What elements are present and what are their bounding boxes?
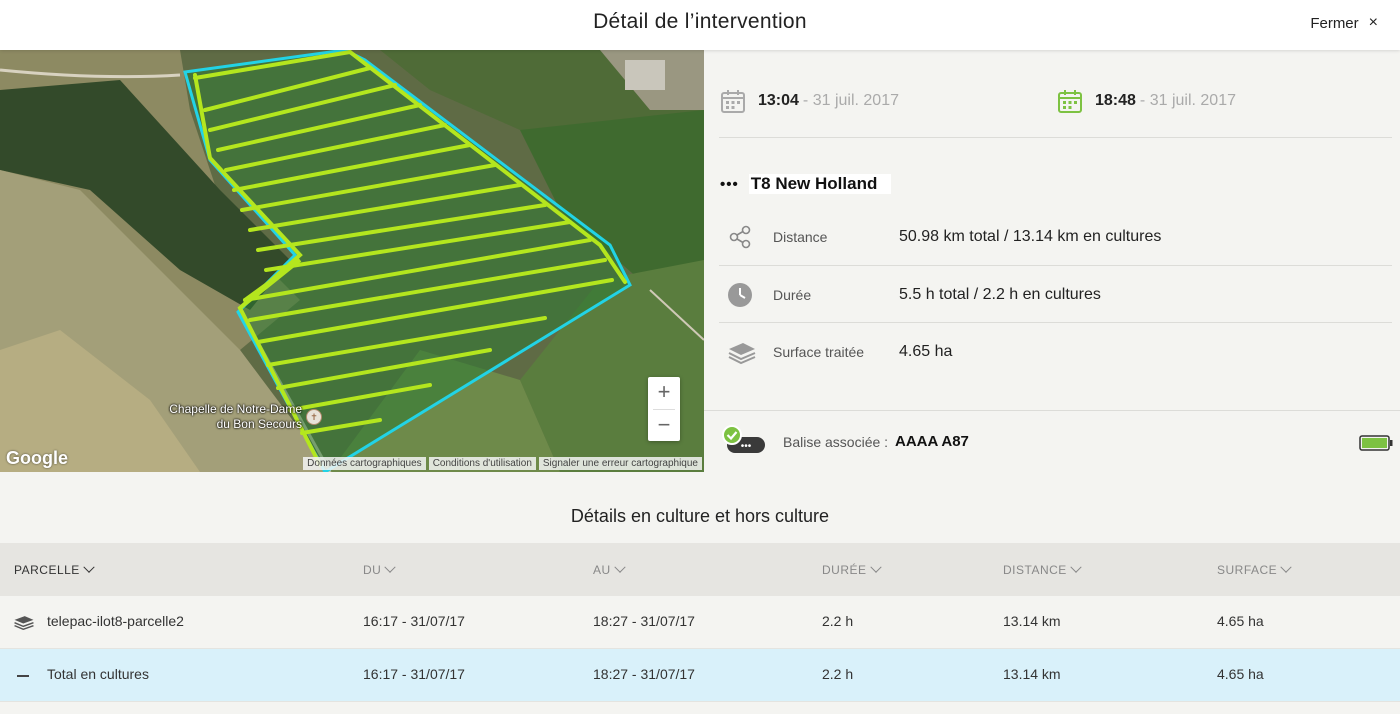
share-icon xyxy=(729,225,751,248)
start-date: 13:04 - 31 juil. 2017 xyxy=(720,88,899,114)
cell-distance: 13.14 km xyxy=(1003,613,1061,629)
column-header-duree[interactable]: DURÉE xyxy=(822,561,882,577)
details-title: Détails en culture et hors culture xyxy=(570,506,830,526)
modal-header: Détail de l’intervention Fermer × xyxy=(0,0,1400,50)
column-label: DURÉE xyxy=(822,562,867,577)
stat-label: Durée xyxy=(773,286,812,303)
stat-surface: Surface traitée 4.65 ha xyxy=(719,323,1392,380)
zoom-in-button[interactable]: + xyxy=(648,377,680,409)
more-icon[interactable]: ••• xyxy=(720,176,739,193)
stat-value: 5.5 h total / 2.2 h en cultures xyxy=(899,285,1101,303)
report-error-link[interactable]: Signaler une erreur cartographique xyxy=(538,457,702,470)
svg-text:•••: ••• xyxy=(741,441,752,452)
map-footer: Données cartographiques Conditions d'uti… xyxy=(303,457,702,470)
column-header-du[interactable]: DU xyxy=(363,561,397,577)
cell-du: 16:17 - 31/07/17 xyxy=(363,666,465,682)
stat-value: 50.98 km total / 13.14 km en cultures xyxy=(899,227,1162,245)
map-canvas xyxy=(0,50,704,472)
page-title: Détail de l’intervention xyxy=(593,10,807,33)
cell-au: 18:27 - 31/07/17 xyxy=(593,666,695,682)
details-table: PARCELLE DU AU DURÉE DISTANCE SURFACE te… xyxy=(0,543,1400,702)
stat-value: 4.65 ha xyxy=(899,342,953,360)
cell-du: 16:17 - 31/07/17 xyxy=(363,613,465,629)
stat-label: Distance xyxy=(773,228,828,245)
battery-icon xyxy=(1359,435,1393,451)
chevron-down-icon xyxy=(1070,561,1082,573)
column-header-surface[interactable]: SURFACE xyxy=(1217,561,1292,577)
cell-surface: 4.65 ha xyxy=(1217,666,1264,682)
balise-row: ••• Balise associée : AAAA A87 xyxy=(704,410,1400,472)
table-row[interactable]: telepac-ilot8-parcelle2 16:17 - 31/07/17… xyxy=(0,596,1400,649)
table-row[interactable]: Total en cultures 16:17 - 31/07/17 18:27… xyxy=(0,649,1400,702)
end-date: 18:48 - 31 juil. 2017 xyxy=(1057,88,1236,114)
column-label: AU xyxy=(593,562,611,577)
chevron-down-icon xyxy=(384,561,397,573)
end-day: - 31 juil. 2017 xyxy=(1139,92,1236,109)
cell-parcelle: telepac-ilot8-parcelle2 xyxy=(47,613,184,629)
stat-label: Surface traitée xyxy=(773,343,865,360)
end-time: 18:48 xyxy=(1095,92,1136,109)
column-label: SURFACE xyxy=(1217,562,1278,577)
column-label: DISTANCE xyxy=(1003,562,1067,577)
cell-parcelle: Total en cultures xyxy=(47,666,149,682)
chevron-down-icon xyxy=(1280,561,1292,573)
zoom-out-button[interactable]: − xyxy=(648,410,680,442)
layers-icon xyxy=(14,616,34,630)
table-header: PARCELLE DU AU DURÉE DISTANCE SURFACE xyxy=(0,543,1400,596)
close-label: Fermer xyxy=(1310,14,1359,32)
chevron-down-icon xyxy=(83,561,95,573)
chevron-down-icon xyxy=(869,561,882,573)
intervention-panel: 13:04 - 31 juil. 2017 18:48 - 31 juil. 2… xyxy=(704,50,1400,472)
google-logo: Google xyxy=(6,448,68,468)
cell-au: 18:27 - 31/07/17 xyxy=(593,613,695,629)
place-label: Chapelle de Notre-Dame du Bon Secours xyxy=(150,402,302,432)
divider xyxy=(719,137,1392,138)
stat-duration: Durée 5.5 h total / 2.2 h en cultures xyxy=(719,266,1392,323)
start-day: - 31 juil. 2017 xyxy=(802,92,899,109)
balise-value: AAAA A87 xyxy=(895,433,969,450)
close-icon: × xyxy=(1368,14,1378,31)
place-label-line2: du Bon Secours xyxy=(216,417,302,431)
machine-name: ••• T8 New Holland xyxy=(720,174,892,194)
map-data-link[interactable]: Données cartographiques xyxy=(303,457,426,470)
column-header-au[interactable]: AU xyxy=(593,561,626,577)
tracker-device-icon: ••• xyxy=(722,425,765,453)
close-button[interactable]: Fermer × xyxy=(1310,14,1378,32)
cell-surface: 4.65 ha xyxy=(1217,613,1264,629)
cell-distance: 13.14 km xyxy=(1003,666,1061,682)
cell-duree: 2.2 h xyxy=(822,613,854,629)
balise-label: Balise associée : xyxy=(783,433,889,450)
machine-name-text: T8 New Holland xyxy=(748,174,892,194)
column-label: PARCELLE xyxy=(14,562,80,577)
cell-duree: 2.2 h xyxy=(822,666,854,682)
column-header-parcelle[interactable]: PARCELLE xyxy=(14,561,95,577)
column-header-distance[interactable]: DISTANCE xyxy=(1003,561,1082,577)
column-label: DU xyxy=(363,562,382,577)
clock-icon xyxy=(728,282,752,307)
chapel-pin-icon[interactable]: ✝ xyxy=(306,409,322,425)
stat-distance: Distance 50.98 km total / 13.14 km en cu… xyxy=(719,208,1392,265)
map-view[interactable]: Chapelle de Notre-Dame du Bon Secours ✝ … xyxy=(0,50,704,472)
calendar-icon xyxy=(1058,90,1082,113)
start-time: 13:04 xyxy=(758,92,799,109)
calendar-icon xyxy=(721,90,745,113)
chevron-down-icon xyxy=(614,561,626,573)
layers-icon xyxy=(728,342,756,364)
zoom-control: + − xyxy=(648,377,680,441)
place-label-line1: Chapelle de Notre-Dame xyxy=(169,402,302,416)
terms-link[interactable]: Conditions d'utilisation xyxy=(428,457,536,470)
collapse-icon[interactable] xyxy=(17,675,29,677)
